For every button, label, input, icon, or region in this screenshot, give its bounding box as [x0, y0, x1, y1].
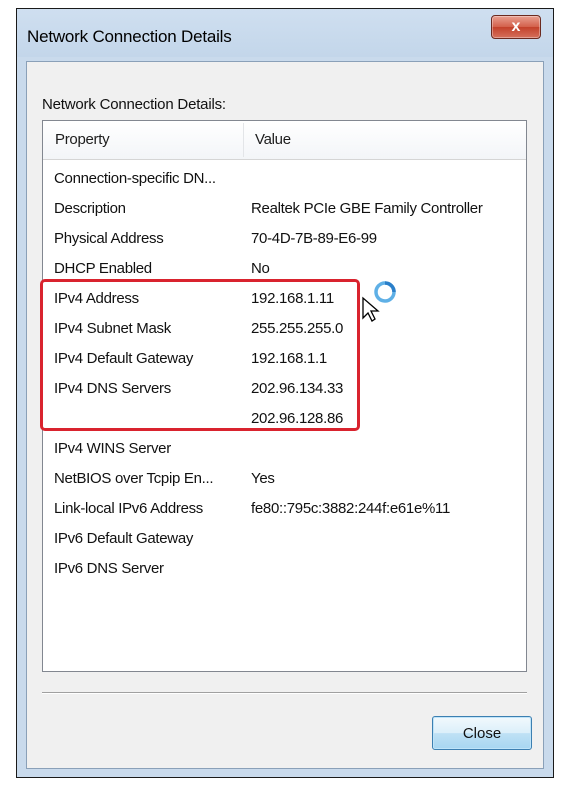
property-cell: IPv4 Address: [54, 290, 139, 307]
table-row[interactable]: Link-local IPv6 Address fe80::795c:3882:2…: [43, 495, 526, 525]
dialog-client-area: Network Connection Details: Property Val…: [26, 61, 544, 769]
busy-cursor-icon: [362, 281, 396, 322]
value-cell: 202.96.134.33: [251, 380, 344, 397]
close-button[interactable]: Close: [432, 716, 532, 750]
table-row[interactable]: NetBIOS over Tcpip En... Yes: [43, 465, 526, 495]
property-cell: IPv4 WINS Server: [54, 440, 171, 457]
property-cell: IPv6 DNS Server: [54, 560, 164, 577]
title-bar[interactable]: Network Connection Details x: [17, 9, 553, 61]
property-cell: NetBIOS over Tcpip En...: [54, 470, 214, 487]
table-row[interactable]: 202.96.128.86: [43, 405, 526, 435]
list-rows: Connection-specific DN... Description Real…: [43, 165, 526, 585]
table-row[interactable]: IPv4 WINS Server: [43, 435, 526, 465]
window-close-button[interactable]: x: [491, 15, 541, 39]
property-cell: Description: [54, 200, 126, 217]
table-row[interactable]: IPv6 DNS Server: [43, 555, 526, 585]
column-header-value[interactable]: Value: [255, 121, 505, 159]
value-cell: fe80::795c:3882:244f:e61e%11: [251, 500, 451, 517]
value-cell: Yes: [251, 470, 275, 487]
property-cell: Physical Address: [54, 230, 164, 247]
table-row[interactable]: IPv4 Subnet Mask 255.255.255.0: [43, 315, 526, 345]
property-cell: Connection-specific DN...: [54, 170, 216, 187]
value-cell: 192.168.1.11: [251, 290, 334, 307]
list-header: Property Value: [43, 121, 526, 160]
details-group-label: Network Connection Details:: [42, 96, 226, 113]
table-row[interactable]: IPv4 Address 192.168.1.11: [43, 285, 526, 315]
column-header-property[interactable]: Property: [55, 121, 235, 159]
column-divider[interactable]: [243, 123, 244, 157]
property-cell: Link-local IPv6 Address: [54, 500, 204, 517]
value-cell: 202.96.128.86: [251, 410, 344, 427]
table-row[interactable]: Connection-specific DN...: [43, 165, 526, 195]
separator-line: [42, 692, 527, 694]
window-title: Network Connection Details: [27, 27, 232, 46]
table-row[interactable]: Physical Address 70-4D-7B-89-E6-99: [43, 225, 526, 255]
value-cell: 70-4D-7B-89-E6-99: [251, 230, 377, 247]
property-cell: IPv6 Default Gateway: [54, 530, 194, 547]
table-row[interactable]: IPv4 DNS Servers 202.96.134.33: [43, 375, 526, 405]
close-icon: x: [511, 18, 521, 35]
value-cell: 255.255.255.0: [251, 320, 344, 337]
table-row[interactable]: IPv6 Default Gateway: [43, 525, 526, 555]
table-row[interactable]: DHCP Enabled No: [43, 255, 526, 285]
value-cell: No: [251, 260, 270, 277]
value-cell: 192.168.1.1: [251, 350, 327, 367]
property-cell: IPv4 Subnet Mask: [54, 320, 171, 337]
table-row[interactable]: IPv4 Default Gateway 192.168.1.1: [43, 345, 526, 375]
dialog-window: Network Connection Details x Network Con…: [16, 8, 554, 778]
table-row[interactable]: Description Realtek PCIe GBE Family Contr…: [43, 195, 526, 225]
property-cell: DHCP Enabled: [54, 260, 152, 277]
value-cell: Realtek PCIe GBE Family Controller: [251, 200, 483, 217]
property-cell: IPv4 Default Gateway: [54, 350, 194, 367]
details-list-view[interactable]: Property Value Connection-specific DN...…: [42, 120, 527, 672]
property-cell: IPv4 DNS Servers: [54, 380, 171, 397]
